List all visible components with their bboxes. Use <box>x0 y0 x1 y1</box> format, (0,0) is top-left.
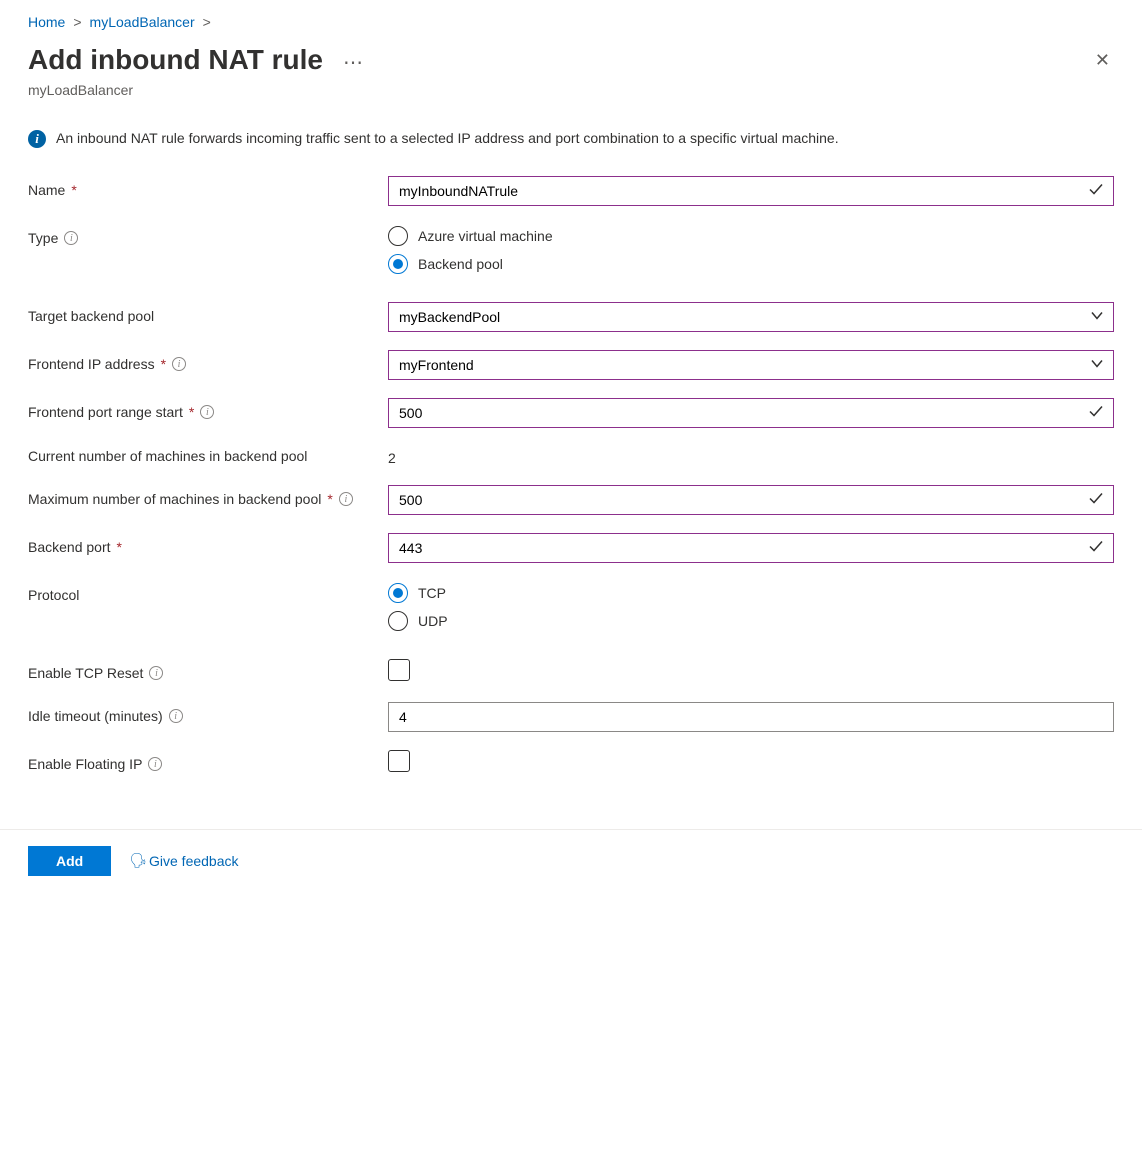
breadcrumb: Home > myLoadBalancer > <box>28 14 1114 30</box>
idle-timeout-input[interactable] <box>388 702 1114 732</box>
info-text: An inbound NAT rule forwards incoming tr… <box>56 128 839 150</box>
frontend-port-start-label: Frontend port range start <box>28 402 183 423</box>
help-icon[interactable]: i <box>200 405 214 419</box>
breadcrumb-home[interactable]: Home <box>28 14 65 30</box>
frontend-port-start-input[interactable] <box>388 398 1114 428</box>
page-title: Add inbound NAT rule <box>28 44 323 76</box>
max-machines-label: Maximum number of machines in backend po… <box>28 489 321 510</box>
required-icon: * <box>189 402 194 423</box>
current-machines-value: 2 <box>388 446 1114 466</box>
chevron-right-icon: > <box>203 14 211 30</box>
type-radio-backend-pool[interactable]: Backend pool <box>388 254 1114 274</box>
info-icon: i <box>28 130 46 148</box>
required-icon: * <box>327 489 332 510</box>
radio-icon <box>388 226 408 246</box>
name-input[interactable] <box>388 176 1114 206</box>
protocol-radio-group: TCP UDP <box>388 581 1114 631</box>
frontend-ip-label: Frontend IP address <box>28 354 155 375</box>
close-button[interactable]: ✕ <box>1091 46 1114 75</box>
radio-label: Azure virtual machine <box>418 228 553 244</box>
target-backend-pool-select[interactable] <box>388 302 1114 332</box>
tcp-reset-checkbox[interactable] <box>388 659 410 681</box>
radio-label: Backend pool <box>418 256 503 272</box>
protocol-radio-tcp[interactable]: TCP <box>388 583 1114 603</box>
frontend-ip-select[interactable] <box>388 350 1114 380</box>
chevron-right-icon: > <box>73 14 81 30</box>
name-label: Name <box>28 180 65 201</box>
breadcrumb-resource[interactable]: myLoadBalancer <box>90 14 195 30</box>
help-icon[interactable]: i <box>64 231 78 245</box>
page-subtitle: myLoadBalancer <box>28 82 1114 98</box>
backend-port-input[interactable] <box>388 533 1114 563</box>
required-icon: * <box>117 537 122 558</box>
protocol-label: Protocol <box>28 585 79 606</box>
help-icon[interactable]: i <box>148 757 162 771</box>
target-backend-pool-label: Target backend pool <box>28 306 154 327</box>
required-icon: * <box>161 354 166 375</box>
feedback-label: Give feedback <box>149 853 239 869</box>
radio-label: UDP <box>418 613 448 629</box>
radio-icon <box>388 583 408 603</box>
give-feedback-link[interactable]: 🗣︎ Give feedback <box>129 852 238 869</box>
feedback-icon: 🗣︎ <box>129 852 147 869</box>
radio-icon <box>388 254 408 274</box>
type-radio-group: Azure virtual machine Backend pool <box>388 224 1114 274</box>
required-icon: * <box>71 180 76 201</box>
help-icon[interactable]: i <box>172 357 186 371</box>
protocol-radio-udp[interactable]: UDP <box>388 611 1114 631</box>
type-label: Type <box>28 228 58 249</box>
help-icon[interactable]: i <box>169 709 183 723</box>
help-icon[interactable]: i <box>339 492 353 506</box>
floating-ip-label: Enable Floating IP <box>28 754 142 775</box>
add-button[interactable]: Add <box>28 846 111 876</box>
help-icon[interactable]: i <box>149 666 163 680</box>
radio-label: TCP <box>418 585 446 601</box>
radio-icon <box>388 611 408 631</box>
backend-port-label: Backend port <box>28 537 111 558</box>
tcp-reset-label: Enable TCP Reset <box>28 663 143 684</box>
more-actions-button[interactable]: ⋯ <box>343 50 364 75</box>
floating-ip-checkbox[interactable] <box>388 750 410 772</box>
current-machines-label: Current number of machines in backend po… <box>28 446 307 467</box>
max-machines-input[interactable] <box>388 485 1114 515</box>
info-banner: i An inbound NAT rule forwards incoming … <box>28 128 1114 150</box>
type-radio-vm[interactable]: Azure virtual machine <box>388 226 1114 246</box>
idle-timeout-label: Idle timeout (minutes) <box>28 706 163 727</box>
